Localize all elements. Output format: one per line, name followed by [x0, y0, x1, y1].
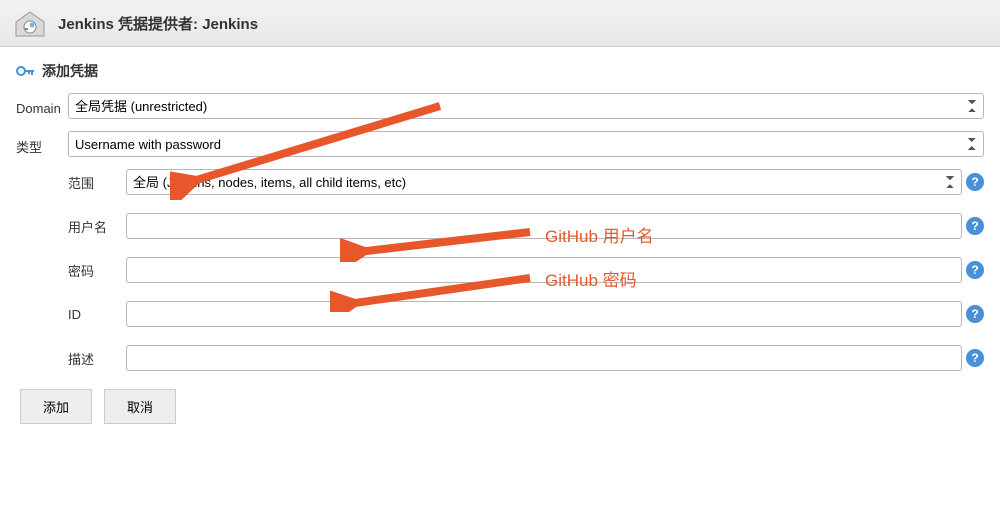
description-label: 描述 [68, 349, 126, 368]
description-input[interactable] [126, 345, 962, 371]
nested-fields: 范围 全局 (Jenkins, nodes, items, all child … [68, 169, 984, 371]
description-row: 描述 ? [68, 345, 984, 371]
id-row: ID ? [68, 301, 984, 327]
header-bar: Jenkins 凭据提供者: Jenkins [0, 0, 1000, 47]
scope-label: 范围 [68, 173, 126, 192]
domain-row: Domain 全局凭据 (unrestricted) [16, 93, 984, 119]
username-label: 用户名 [68, 217, 126, 236]
domain-select[interactable]: 全局凭据 (unrestricted) [68, 93, 984, 119]
password-label: 密码 [68, 261, 126, 280]
id-help-icon[interactable]: ? [966, 305, 984, 323]
scope-help-icon[interactable]: ? [966, 173, 984, 191]
domain-label: Domain [16, 97, 68, 116]
section-header: 添加凭据 [16, 61, 984, 81]
username-row: 用户名 ? [68, 213, 984, 239]
button-bar: 添加 取消 [16, 389, 984, 424]
password-row: 密码 ? [68, 257, 984, 283]
add-button[interactable]: 添加 [20, 389, 92, 424]
id-label: ID [68, 307, 126, 322]
jenkins-logo-icon [12, 8, 48, 38]
page-title: Jenkins 凭据提供者: Jenkins [58, 13, 258, 34]
password-input[interactable] [126, 257, 962, 283]
content-area: 添加凭据 Domain 全局凭据 (unrestricted) 类型 Usern… [0, 47, 1000, 438]
scope-row: 范围 全局 (Jenkins, nodes, items, all child … [68, 169, 984, 195]
description-help-icon[interactable]: ? [966, 349, 984, 367]
password-help-icon[interactable]: ? [966, 261, 984, 279]
id-input[interactable] [126, 301, 962, 327]
username-input[interactable] [126, 213, 962, 239]
section-title: 添加凭据 [42, 61, 98, 81]
key-icon [16, 64, 36, 78]
kind-select[interactable]: Username with password [68, 131, 984, 157]
cancel-button[interactable]: 取消 [104, 389, 176, 424]
kind-label: 类型 [16, 133, 68, 156]
scope-select[interactable]: 全局 (Jenkins, nodes, items, all child ite… [126, 169, 962, 195]
kind-row: 类型 Username with password [16, 131, 984, 157]
username-help-icon[interactable]: ? [966, 217, 984, 235]
